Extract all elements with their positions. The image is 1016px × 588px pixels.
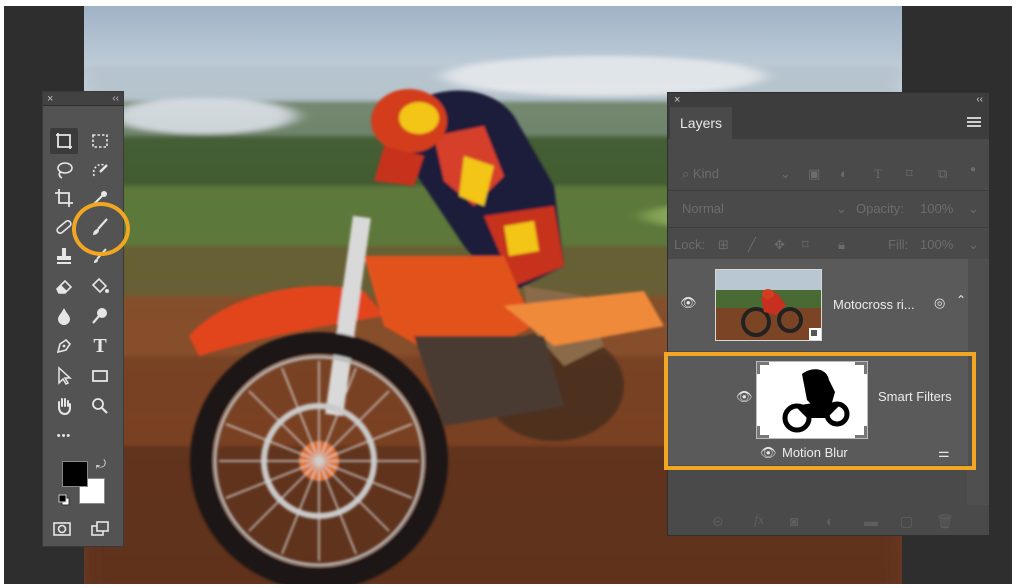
fill-label: Fill: [888, 237, 909, 252]
zoom-icon[interactable] [86, 393, 114, 419]
new-layer-icon[interactable]: ▢ [900, 513, 913, 530]
chevron-down-icon: ⌄ [836, 201, 847, 216]
filter-toggle-icon[interactable]: ● [970, 159, 976, 181]
lock-all-icon[interactable]: 🔒︎ [838, 234, 845, 256]
chevron-down-icon: ⌄ [780, 166, 791, 181]
pixel-filter-icon[interactable]: ▣ [808, 163, 820, 185]
more-icon[interactable]: ••• [50, 423, 78, 449]
smart-object-filter-icon[interactable]: ⧉ [938, 163, 947, 185]
lock-move-icon[interactable]: ✥ [774, 234, 785, 256]
lasso-icon[interactable] [50, 157, 78, 183]
chevron-down-icon: ⌄ [968, 201, 979, 216]
close-icon[interactable]: × [47, 92, 53, 106]
quick-mask-icon[interactable] [48, 516, 76, 542]
dodge-icon[interactable] [86, 303, 114, 329]
trash-icon[interactable]: 🗑︎ [936, 513, 954, 530]
shape-filter-icon[interactable]: ⌑ [906, 163, 913, 185]
blur-drop-icon[interactable] [50, 303, 78, 329]
brush-tool-highlight [72, 202, 130, 256]
blend-mode-row: Normal ⌄ Opacity: 100% ⌄ [668, 192, 989, 228]
layer-thumbnail-image [716, 270, 821, 340]
layers-footer: ⊝ fx ◙ ◐ ▬ ▢ 🗑︎ [668, 505, 989, 535]
type-icon[interactable]: T [86, 333, 114, 359]
layer-filter-row: ⌕ Kind ⌄ ▣ ◐ T ⌑ ⧉ ● [668, 155, 989, 191]
fill-field[interactable]: 100% [920, 234, 953, 256]
link-layers-icon[interactable]: ⊝ [712, 513, 724, 530]
layers-tab-bar: Layers [668, 107, 989, 139]
marquee-icon[interactable] [86, 128, 114, 154]
group-folder-icon[interactable]: ▬ [864, 513, 878, 529]
paint-bucket-icon[interactable] [86, 273, 114, 299]
screen-mode-icon[interactable] [86, 516, 114, 542]
default-colors-icon[interactable] [58, 494, 70, 506]
layer-row[interactable]: 👁︎ Motocross ri... ◎ ⌃ [668, 259, 968, 351]
hand-icon[interactable] [50, 393, 78, 419]
lock-artboard-icon[interactable]: ⌑ [802, 234, 809, 256]
lock-transparent-icon[interactable]: ⊞ [718, 234, 729, 256]
stamp-icon[interactable] [50, 243, 78, 269]
foreground-color-swatch[interactable] [62, 461, 88, 487]
screenshot-stage: × ‹‹ T ••• ⤾ × ‹‹ Layers ⌕ Kind ⌄ ▣ ◐ T … [0, 0, 1016, 588]
lock-paint-icon[interactable]: ╱ [748, 234, 756, 256]
close-icon[interactable]: × [674, 93, 680, 107]
tools-panel-header: × ‹‹ [43, 92, 123, 106]
visibility-eye-icon[interactable]: 👁︎ [680, 295, 697, 311]
layer-name[interactable]: Motocross ri... [833, 297, 915, 312]
pen-icon[interactable] [50, 333, 78, 359]
collapse-panel-icon[interactable]: ‹‹ [976, 93, 983, 107]
chevron-down-icon: ⌄ [968, 237, 979, 252]
smart-filter-badge-icon: ◎ [934, 295, 946, 310]
kind-filter-label: Kind [692, 166, 719, 181]
layer-thumbnail [715, 269, 822, 341]
fx-icon[interactable]: fx [754, 513, 764, 529]
swap-colors-icon[interactable]: ⤾ [96, 457, 106, 472]
crop-icon[interactable] [50, 185, 78, 211]
type-filter-icon[interactable]: T [874, 163, 882, 185]
eraser-icon[interactable] [50, 273, 78, 299]
opacity-label: Opacity: [856, 201, 904, 216]
add-mask-icon[interactable]: ◙ [790, 513, 798, 529]
rectangle-icon[interactable] [86, 363, 114, 389]
kind-filter-select[interactable]: ⌕ Kind [682, 163, 719, 185]
smart-filters-highlight [664, 352, 976, 470]
blend-mode-select[interactable]: Normal [682, 198, 724, 220]
tab-layers[interactable]: Layers [670, 107, 732, 139]
lock-label: Lock: [674, 237, 706, 252]
path-select-icon[interactable] [50, 363, 78, 389]
layers-panel-header: × ‹‹ [668, 93, 989, 107]
chevron-up-icon[interactable]: ⌃ [956, 293, 966, 307]
opacity-field[interactable]: 100% [920, 198, 953, 220]
adjustment-filter-icon[interactable]: ◐ [840, 163, 848, 185]
adjustment-layer-icon[interactable]: ◐ [826, 513, 834, 529]
collapse-panel-icon[interactable]: ‹‹ [112, 92, 119, 106]
quick-select-icon[interactable] [86, 157, 114, 183]
panel-menu-icon[interactable] [967, 117, 981, 129]
artboard-move-icon[interactable] [50, 128, 78, 154]
